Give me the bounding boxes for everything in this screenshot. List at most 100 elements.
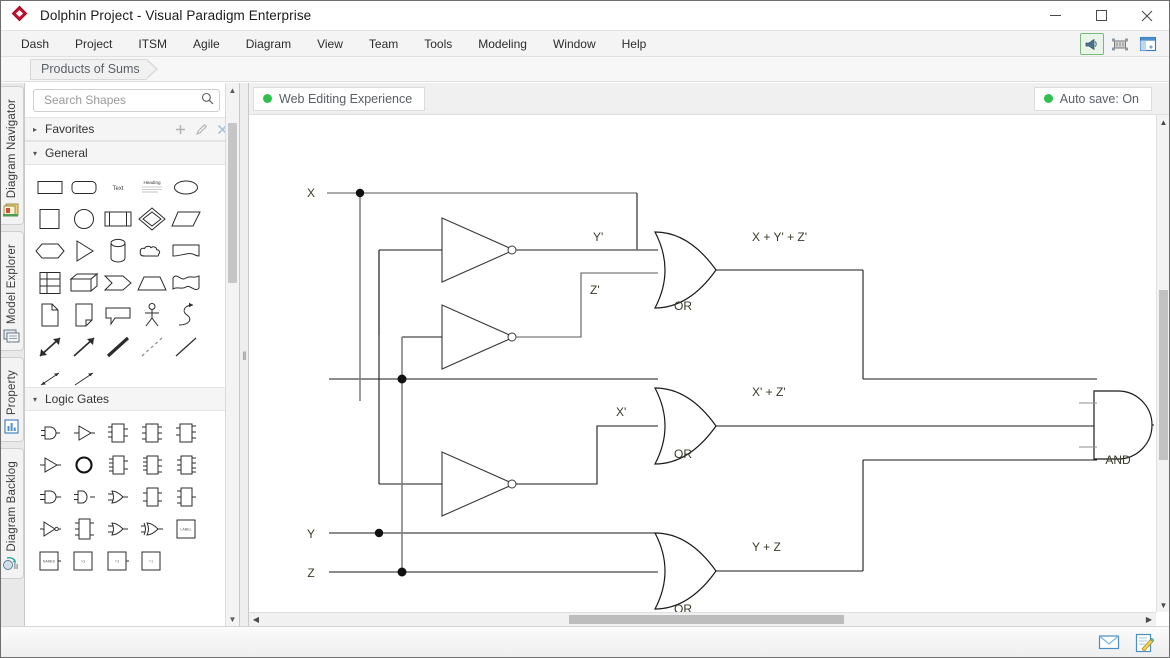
edit-icon[interactable] [195,123,208,136]
search-input[interactable] [42,92,201,108]
megaphone-icon[interactable] [1080,33,1104,55]
shape-buffer-gate[interactable] [68,417,100,449]
web-editing-experience-badge[interactable]: Web Editing Experience [253,87,425,111]
shape-text[interactable]: Text [102,171,134,203]
shape-document[interactable] [34,299,66,331]
palette-scrollbar[interactable]: ▲ ▼ [225,83,239,626]
shape-ic-chip-3b[interactable] [170,481,202,513]
shape-label-box[interactable]: LABEL [170,513,202,545]
shape-folded-corner[interactable] [68,299,100,331]
shape-ic-chip-6c[interactable] [170,449,202,481]
panel-layout-icon[interactable] [1136,33,1160,55]
shape-diamond[interactable] [136,203,168,235]
chevron-down-icon[interactable]: ▾ [33,395,45,404]
shape-dashed-line[interactable] [136,331,168,363]
shape-xor-gate[interactable] [136,513,168,545]
shape-parallelogram[interactable] [170,203,202,235]
maximize-icon[interactable] [1078,0,1124,31]
chevron-down-icon[interactable]: ▼ [226,612,239,626]
menu-project[interactable]: Project [62,33,125,55]
message-icon[interactable] [1098,633,1120,653]
sidebar-item-model-explorer[interactable]: Model Explorer [0,231,24,351]
fit-selection-icon[interactable] [1108,33,1132,55]
add-icon[interactable] [174,123,187,136]
chevron-down-icon[interactable]: ▾ [33,149,45,158]
shape-flag[interactable] [170,235,202,267]
breadcrumb-label[interactable]: Products of Sums [30,59,147,80]
shape-ellipse[interactable] [170,171,202,203]
shape-ic-chip-4c[interactable] [170,417,202,449]
menu-itsm[interactable]: ITSM [125,33,180,55]
palette-scroll-thumb[interactable] [228,123,237,283]
menu-agile[interactable]: Agile [180,33,233,55]
shape-curved-arrow[interactable] [170,299,202,331]
chevron-down-icon[interactable]: ▼ [1157,598,1170,612]
shape-triangle-right[interactable] [68,235,100,267]
sidebar-item-diagram-navigator[interactable]: Diagram Navigator [0,86,24,225]
menu-team[interactable]: Team [356,33,411,55]
shape-framed-rectangle[interactable] [102,203,134,235]
drag-handle-icon[interactable]: || [243,350,246,360]
sidebar-item-diagram-backlog[interactable]: Diagram Backlog [0,448,24,579]
autosave-badge[interactable]: Auto save: On [1034,87,1152,111]
shape-actor[interactable] [136,299,168,331]
logic-circuit-diagram[interactable]: X Y Z Y' Z' X' X + Y' + Z' X' + Z' Y + Z… [249,115,1154,625]
chevron-up-icon[interactable]: ▲ [226,83,239,97]
shape-hexagon[interactable] [34,235,66,267]
shape-or-gate[interactable] [102,481,134,513]
shape-plain-box[interactable]: =1 [136,545,168,577]
shape-ic-chip-6b[interactable] [136,449,168,481]
shape-rounded-rectangle[interactable] [68,171,100,203]
shape-circle[interactable] [68,203,100,235]
canvas-vertical-scrollbar[interactable]: ▲ ▼ [1156,115,1170,612]
note-edit-icon[interactable] [1134,633,1156,653]
canvas-v-scroll-thumb[interactable] [1159,290,1168,460]
shape-input-box[interactable]: >1 [68,545,100,577]
shape-output-box[interactable]: =1 [102,545,134,577]
shape-and-gate-2[interactable] [34,481,66,513]
search-box[interactable] [33,89,220,112]
shape-trapezoid[interactable] [136,267,168,299]
shape-chevron[interactable] [102,267,134,299]
minimize-icon[interactable] [1032,0,1078,31]
palette-section-favorites[interactable]: ▸ Favorites [25,117,239,141]
shape-cylinder[interactable] [102,235,134,267]
canvas-horizontal-scrollbar[interactable]: ◀ ▶ [249,612,1156,626]
menu-modeling[interactable]: Modeling [465,33,540,55]
shape-wave[interactable] [170,267,202,299]
menu-help[interactable]: Help [609,33,660,55]
shape-line[interactable] [170,331,202,363]
shape-or-gate-2[interactable] [102,513,134,545]
diagram-canvas[interactable]: X Y Z Y' Z' X' X + Y' + Z' X' + Z' Y + Z… [249,115,1170,626]
sidebar-item-property[interactable]: Property [0,357,24,442]
chevron-right-icon[interactable]: ▸ [33,125,45,134]
shape-cube[interactable] [68,267,100,299]
shape-double-arrow[interactable] [34,331,66,363]
shape-ic-chip-3[interactable] [136,481,168,513]
shape-buffer-gate-2[interactable] [34,449,66,481]
menu-diagram[interactable]: Diagram [233,33,304,55]
shape-ic-chip-flip[interactable] [68,513,100,545]
shape-named-box[interactable]: NAMED [34,545,66,577]
menu-dash[interactable]: Dash [8,33,62,55]
chevron-up-icon[interactable]: ▲ [1157,115,1170,129]
menu-view[interactable]: View [304,33,356,55]
search-icon[interactable] [201,92,214,108]
palette-section-general[interactable]: ▾ General [25,141,239,165]
canvas-h-scroll-thumb[interactable] [569,615,844,624]
shape-cloud[interactable] [136,235,168,267]
shape-and-gate[interactable] [34,417,66,449]
menu-tools[interactable]: Tools [411,33,465,55]
shape-ic-chip-4[interactable] [102,417,134,449]
breadcrumb[interactable]: Products of Sums [30,59,147,80]
shape-table[interactable] [34,267,66,299]
shape-square[interactable] [34,203,66,235]
panel-splitter[interactable]: || [240,83,249,626]
shape-and-gate-3[interactable] [68,481,100,513]
chevron-left-icon[interactable]: ◀ [249,615,263,624]
shape-heading-text[interactable]: Heading [136,171,168,203]
palette-section-logic-gates[interactable]: ▾ Logic Gates [25,387,239,411]
shape-rectangle[interactable] [34,171,66,203]
shape-inverter-gate[interactable] [34,513,66,545]
shape-ic-chip-4b[interactable] [136,417,168,449]
